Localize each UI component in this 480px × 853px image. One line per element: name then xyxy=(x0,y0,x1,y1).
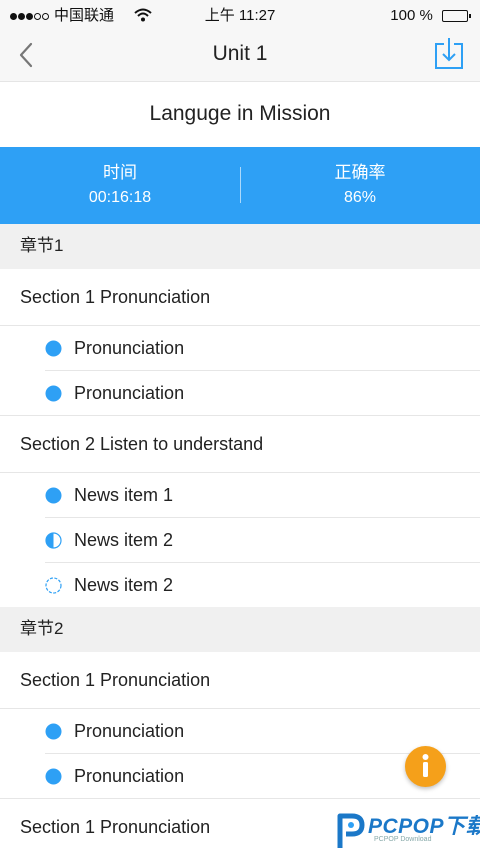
info-icon xyxy=(422,754,429,777)
list-item[interactable]: News item 1 xyxy=(0,473,480,518)
list-item-label: News item 2 xyxy=(74,530,174,550)
time-stat-label: 时间 xyxy=(103,163,137,182)
time-stat: 时间 00:16:18 xyxy=(0,161,240,209)
list-item-label: Pronunciation xyxy=(74,766,185,786)
accuracy-stat: 正确率 86% xyxy=(240,161,480,209)
section-row[interactable]: Section 2 Listen to understand xyxy=(0,416,480,472)
section-row[interactable]: Section 1 Pronunciation xyxy=(0,652,480,708)
progress-full-icon xyxy=(45,768,62,785)
list-item-label: News item 2 xyxy=(74,575,174,595)
progress-full-icon xyxy=(45,385,62,402)
list-item[interactable]: Pronunciation xyxy=(0,326,480,371)
section-row[interactable]: Section 1 Pronunciation xyxy=(0,269,480,325)
list-item-label: Pronunciation xyxy=(74,721,185,741)
list-item-label: Pronunciation xyxy=(74,383,185,403)
info-button[interactable] xyxy=(405,746,446,787)
unit-subtitle: Languge in Mission xyxy=(0,83,480,147)
progress-empty-icon xyxy=(45,577,62,594)
list-item[interactable]: Pronunciation xyxy=(0,371,480,416)
navigation-bar: Unit 1 xyxy=(0,32,480,82)
progress-full-icon xyxy=(45,723,62,740)
list-item-label: News item 1 xyxy=(74,485,174,505)
chapter-header: 章节2 xyxy=(0,607,480,652)
time-stat-value: 00:16:18 xyxy=(88,189,152,206)
progress-half-icon xyxy=(45,532,62,549)
watermark-subtext: PCPOP Download xyxy=(374,836,432,843)
watermark: PCPOP下载 PCPOP Download xyxy=(334,808,480,853)
page-title: Unit 1 xyxy=(212,42,268,65)
stats-banner: 时间 00:16:18 正确率 86% xyxy=(0,147,480,224)
battery-indicator: 100 % xyxy=(390,7,471,25)
battery-percent: 100 % xyxy=(390,7,433,24)
status-bar: 中国联通 上午 11:27 100 % xyxy=(0,0,480,32)
pcpop-logo-icon xyxy=(337,813,365,848)
progress-full-icon xyxy=(45,340,62,357)
battery-icon xyxy=(442,10,471,23)
accuracy-stat-label: 正确率 xyxy=(334,163,386,182)
progress-full-icon xyxy=(45,487,62,504)
chapter-header: 章节1 xyxy=(0,224,480,269)
download-icon[interactable] xyxy=(434,36,464,70)
list-item[interactable]: News item 2 xyxy=(0,518,480,563)
accuracy-stat-value: 86% xyxy=(343,189,377,206)
list-item-label: Pronunciation xyxy=(74,338,185,358)
list-item[interactable]: News item 2 xyxy=(0,563,480,608)
